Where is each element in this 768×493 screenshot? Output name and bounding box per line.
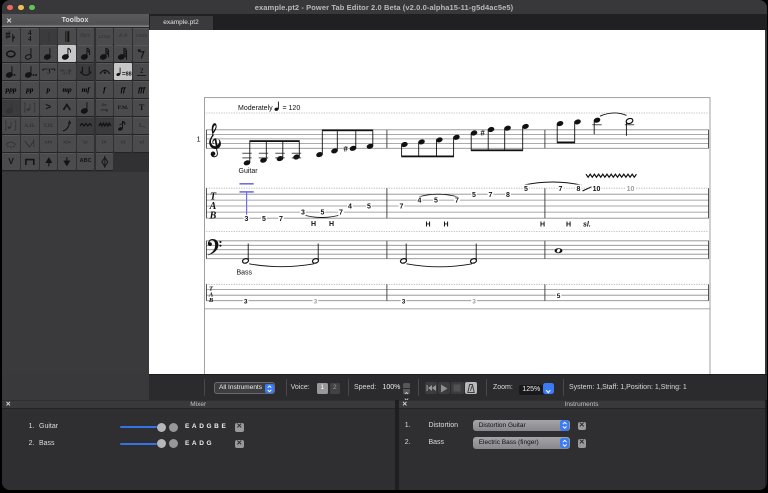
svg-text:H: H	[566, 221, 571, 228]
svg-text:B: B	[209, 211, 217, 222]
svg-text:7: 7	[279, 216, 283, 223]
svg-text:H: H	[443, 221, 448, 228]
svg-text:=88: =88	[122, 71, 132, 78]
svg-text:Moderately: Moderately	[238, 105, 273, 112]
svg-text:3: 3	[314, 298, 318, 305]
svg-text:5: 5	[557, 293, 561, 300]
svg-text:7: 7	[559, 186, 563, 193]
svg-text:5: 5	[472, 192, 476, 199]
svg-text:4: 4	[348, 204, 352, 211]
svg-text:3: 3	[245, 216, 249, 223]
svg-text:10: 10	[593, 186, 601, 193]
svg-text:= 120: = 120	[283, 105, 301, 112]
svg-text:3: 3	[301, 210, 305, 217]
svg-text:7: 7	[400, 204, 404, 211]
svg-text:B: B	[208, 297, 214, 304]
svg-text:5: 5	[367, 204, 371, 211]
svg-text:5: 5	[321, 210, 325, 217]
svg-text:4: 4	[418, 198, 422, 205]
svg-text:5: 5	[524, 186, 528, 193]
svg-text:5: 5	[434, 198, 438, 205]
svg-text:Bass: Bass	[237, 269, 253, 276]
svg-text:5: 5	[262, 216, 266, 223]
svg-text:8: 8	[506, 192, 510, 199]
svg-text:H: H	[540, 221, 545, 228]
svg-text:H: H	[329, 221, 334, 228]
svg-text:5:4: 5:4	[63, 71, 71, 77]
svg-text:sl.: sl.	[583, 221, 591, 228]
svg-text:1: 1	[197, 135, 201, 144]
svg-text:3: 3	[47, 69, 51, 76]
svg-text:H: H	[425, 221, 430, 228]
svg-text:H: H	[311, 221, 316, 228]
svg-text:Guitar: Guitar	[239, 168, 259, 175]
svg-text:8: 8	[577, 186, 581, 193]
svg-text:7: 7	[339, 210, 343, 217]
svg-text:3: 3	[402, 298, 406, 305]
svg-text:3: 3	[244, 298, 248, 305]
svg-text:3: 3	[472, 298, 476, 305]
svg-text:7: 7	[489, 192, 493, 199]
svg-text:7: 7	[455, 198, 459, 205]
svg-text:10: 10	[627, 186, 635, 193]
